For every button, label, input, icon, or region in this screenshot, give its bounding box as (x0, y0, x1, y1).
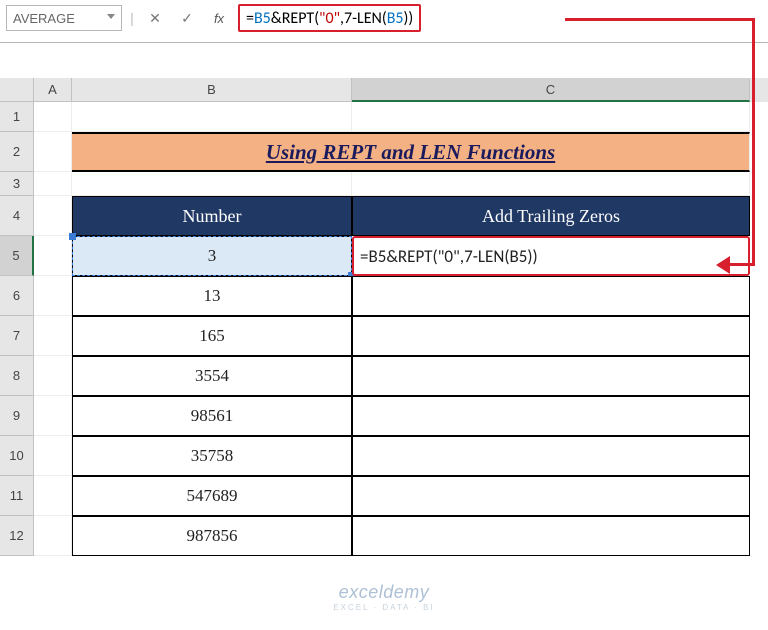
cell[interactable] (34, 316, 72, 356)
formula-token: &REPT( (271, 9, 319, 28)
fx-icon[interactable]: fx (206, 6, 232, 30)
cell[interactable] (34, 396, 72, 436)
formula-input[interactable]: = B5 &REPT( "0" ,7-LEN( B5 )) (238, 4, 421, 32)
table-cell[interactable]: 165 (72, 316, 352, 356)
row-5: 5 3 =B5&REPT("0",7-LEN(B5)) (0, 236, 768, 276)
cell[interactable] (352, 172, 750, 196)
cell-c5-editing[interactable]: =B5&REPT("0",7-LEN(B5)) (352, 236, 750, 276)
table-cell[interactable]: 547689 (72, 476, 352, 516)
cell[interactable] (352, 102, 750, 132)
col-header-c[interactable]: C (352, 78, 750, 102)
column-headers: A B C (0, 78, 768, 102)
enter-icon[interactable]: ✓ (174, 6, 200, 30)
grid-body: 1 2 Using REPT and LEN Functions 3 4 Num… (0, 102, 768, 630)
row-11: 11 547689 (0, 476, 768, 516)
cell[interactable] (34, 172, 72, 196)
row-header[interactable]: 3 (0, 172, 34, 196)
select-all-corner[interactable] (0, 78, 34, 102)
table-cell[interactable] (352, 436, 750, 476)
page-title: Using REPT and LEN Functions (72, 132, 750, 172)
row-header[interactable]: 12 (0, 516, 34, 556)
table-cell[interactable]: 98561 (72, 396, 352, 436)
cell[interactable] (34, 132, 72, 172)
chevron-down-icon (107, 14, 115, 19)
arrow-left-icon (716, 256, 730, 274)
cell[interactable] (34, 436, 72, 476)
cell[interactable] (34, 356, 72, 396)
cell[interactable] (34, 276, 72, 316)
row-2: 2 Using REPT and LEN Functions (0, 132, 768, 172)
table-cell[interactable] (352, 356, 750, 396)
formula-token: )) (404, 9, 414, 28)
separator: | (128, 6, 136, 30)
formula-token: B5 (254, 9, 271, 28)
cell[interactable] (34, 102, 72, 132)
row-1: 1 (0, 102, 768, 132)
row-header[interactable]: 10 (0, 436, 34, 476)
row-8: 8 3554 (0, 356, 768, 396)
table-cell[interactable] (352, 316, 750, 356)
row-header[interactable]: 1 (0, 102, 34, 132)
spreadsheet: A B C 1 2 Using REPT and LEN Functions 3… (0, 78, 768, 630)
table-cell[interactable]: 13 (72, 276, 352, 316)
table-cell[interactable] (352, 516, 750, 556)
table-header-trailing: Add Trailing Zeros (352, 196, 750, 236)
cancel-icon[interactable]: ✕ (142, 6, 168, 30)
formula-token: ,7-LEN( (340, 9, 387, 28)
row-header[interactable]: 7 (0, 316, 34, 356)
row-9: 9 98561 (0, 396, 768, 436)
row-header[interactable]: 6 (0, 276, 34, 316)
watermark-tag: EXCEL · DATA · BI (333, 603, 434, 612)
cell[interactable] (72, 172, 352, 196)
watermark: exceldemy EXCEL · DATA · BI (333, 582, 434, 612)
table-cell[interactable]: 3554 (72, 356, 352, 396)
row-7: 7 165 (0, 316, 768, 356)
name-box-value: AVERAGE (13, 11, 75, 26)
row-10: 10 35758 (0, 436, 768, 476)
col-header-b[interactable]: B (72, 78, 352, 102)
table-cell[interactable] (352, 396, 750, 436)
name-box[interactable]: AVERAGE (6, 5, 122, 31)
row-header[interactable]: 4 (0, 196, 34, 236)
row-header[interactable]: 11 (0, 476, 34, 516)
formula-bar: AVERAGE | ✕ ✓ fx = B5 &REPT( "0" ,7-LEN(… (0, 0, 768, 43)
cell[interactable] (34, 516, 72, 556)
table-header-number: Number (72, 196, 352, 236)
row-header[interactable]: 2 (0, 132, 34, 172)
row-12: 12 987856 (0, 516, 768, 556)
row-3: 3 (0, 172, 768, 196)
cell[interactable] (34, 476, 72, 516)
row-4: 4 Number Add Trailing Zeros (0, 196, 768, 236)
table-cell[interactable] (352, 476, 750, 516)
formula-token: B5 (387, 9, 404, 28)
formula-token: "0" (319, 9, 340, 28)
table-cell[interactable]: 35758 (72, 436, 352, 476)
cell[interactable] (34, 196, 72, 236)
cell-b5[interactable]: 3 (72, 236, 352, 276)
watermark-brand: exceldemy (333, 582, 434, 603)
row-header[interactable]: 9 (0, 396, 34, 436)
formula-token: = (246, 9, 254, 28)
table-cell[interactable]: 987856 (72, 516, 352, 556)
table-cell[interactable] (352, 276, 750, 316)
col-header-a[interactable]: A (34, 78, 72, 102)
row-6: 6 13 (0, 276, 768, 316)
cell[interactable] (34, 236, 72, 276)
row-header[interactable]: 5 (0, 236, 34, 276)
row-header[interactable]: 8 (0, 356, 34, 396)
cell[interactable] (72, 102, 352, 132)
